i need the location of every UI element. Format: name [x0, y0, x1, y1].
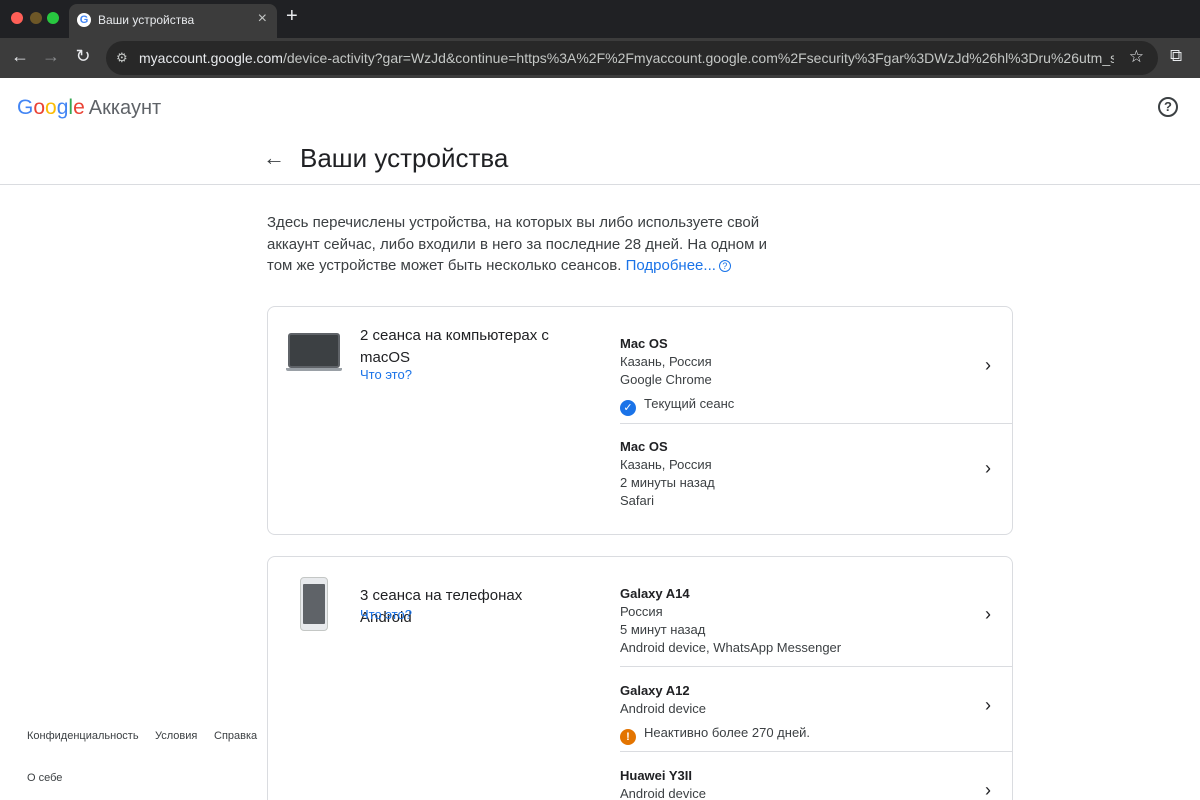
learn-more-link[interactable]: Подробнее...	[626, 257, 716, 274]
privacy-link[interactable]: Конфиденциальность	[27, 730, 139, 742]
back-icon[interactable]: ←	[9, 46, 31, 67]
phone-icon	[300, 577, 328, 631]
warning-icon: !	[620, 729, 636, 745]
address-bar[interactable]: ⚙ myaccount.google.com/device-activity?g…	[106, 41, 1158, 75]
close-window-button[interactable]	[11, 12, 23, 24]
close-tab-icon[interactable]: ×	[258, 10, 267, 28]
about-link[interactable]: О себе	[27, 772, 62, 784]
help-icon[interactable]: ?	[1158, 97, 1178, 117]
chevron-right-icon[interactable]: ›	[985, 604, 991, 625]
current-session-status: ✓ Текущий сеанс	[620, 396, 1013, 416]
what-is-this-link[interactable]: Что это?	[360, 607, 412, 622]
product-name: Аккаунт	[88, 97, 162, 119]
chevron-right-icon[interactable]: ›	[985, 355, 991, 376]
tab-title: Ваши устройства	[98, 13, 195, 27]
device-group-title: 2 сеанса на компьютерах с macOS	[360, 327, 549, 366]
site-info-icon[interactable]: ⚙	[116, 50, 128, 66]
zoom-window-button[interactable]	[47, 12, 59, 24]
chevron-right-icon[interactable]: ›	[985, 780, 991, 800]
mac-devices-card: 2 сеанса на компьютерах с macOS Что это?…	[267, 306, 1013, 535]
what-is-this-link[interactable]: Что это?	[360, 367, 412, 382]
chevron-right-icon[interactable]: ›	[985, 695, 991, 716]
android-devices-card: 3 сеанса на телефонах Android Что это? G…	[267, 556, 1013, 800]
bookmark-star-icon[interactable]: ☆	[1129, 47, 1144, 67]
session-row[interactable]: Huawei Y3II Android device ›	[620, 752, 1013, 800]
new-tab-icon[interactable]: +	[286, 5, 298, 28]
reload-icon[interactable]: ↻	[72, 46, 94, 67]
session-row[interactable]: Galaxy A14 Россия 5 минут назад Android …	[620, 557, 1013, 667]
url-text[interactable]: myaccount.google.com/device-activity?gar…	[139, 50, 1114, 66]
chevron-right-icon[interactable]: ›	[985, 458, 991, 479]
help-link[interactable]: Справка	[214, 730, 257, 742]
session-row[interactable]: Galaxy A12 Android device ! Неактивно бол…	[620, 667, 1013, 752]
back-arrow-icon[interactable]: ←	[263, 145, 285, 171]
page-title: Ваши устройства	[300, 143, 509, 173]
extensions-icon[interactable]: ⧉	[1170, 46, 1182, 66]
check-circle-icon: ✓	[620, 400, 636, 416]
inactive-status: ! Неактивно более 270 дней.	[620, 725, 1013, 745]
help-circle-icon[interactable]: ?	[718, 260, 731, 272]
session-row[interactable]: Mac OS Казань, Россия 2 минуты назад Saf…	[620, 424, 1013, 534]
laptop-icon	[286, 333, 342, 371]
browser-tab[interactable]: G Ваши устройства ×	[69, 4, 277, 38]
google-favicon-icon: G	[77, 13, 91, 27]
minimize-window-button[interactable]	[30, 12, 42, 24]
terms-link[interactable]: Условия	[155, 730, 197, 742]
browser-tab-bar: G Ваши устройства × +	[0, 0, 1200, 38]
intro-text: Здесь перечислены устройства, на которых…	[267, 214, 767, 274]
browser-toolbar: ← → ↻ ⚙ myaccount.google.com/device-acti…	[0, 38, 1200, 78]
forward-icon[interactable]: →	[40, 46, 62, 67]
page-header: Google Аккаунт ? ← Ваши устройства	[0, 78, 1200, 185]
session-row[interactable]: Mac OS Казань, Россия Google Chrome ✓ Тек…	[620, 307, 1013, 424]
google-account-logo[interactable]: Google Аккаунт	[17, 96, 161, 120]
